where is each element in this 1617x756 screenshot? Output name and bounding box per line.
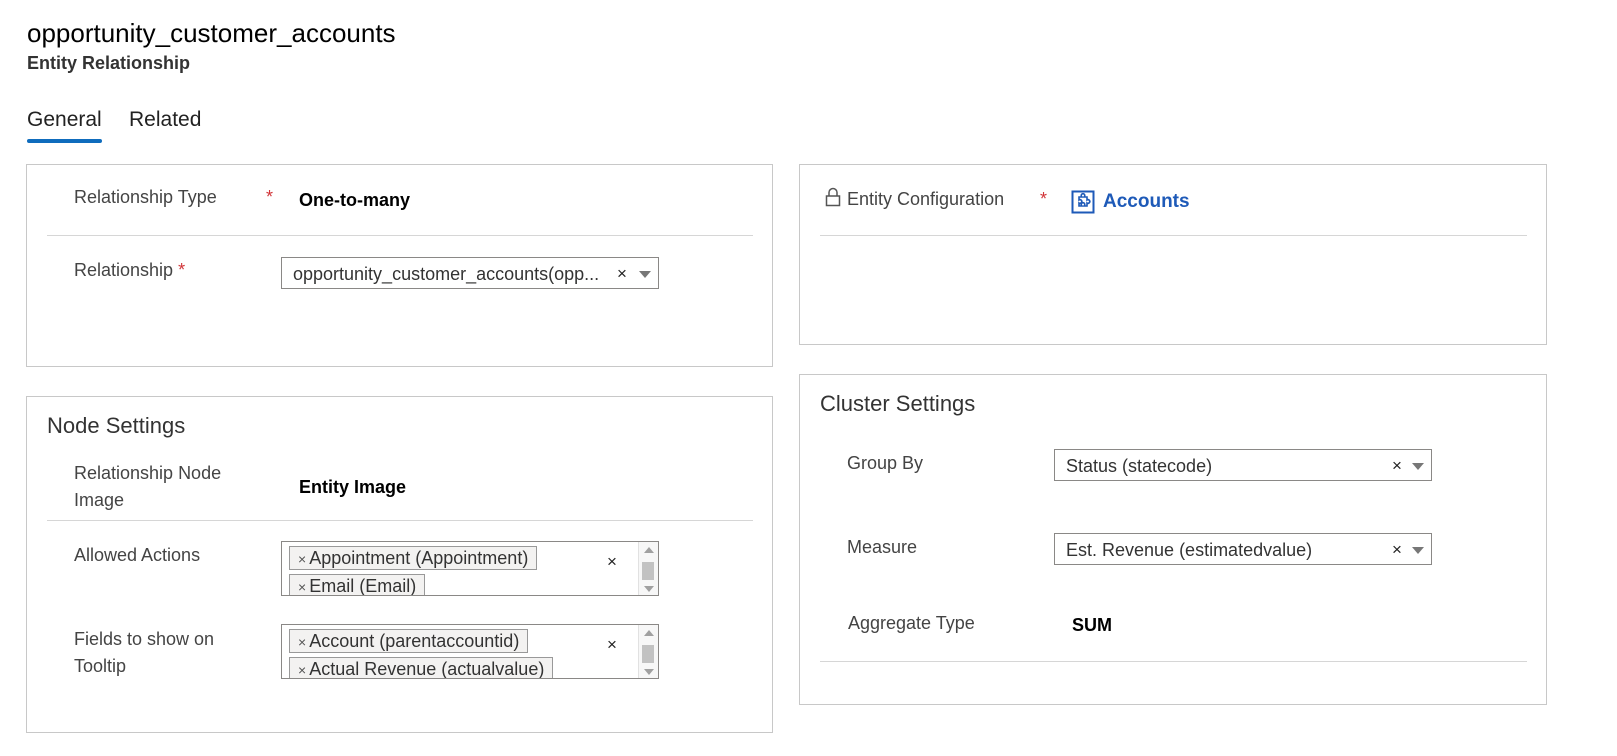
scroll-down-icon[interactable] [644,669,654,675]
allowed-actions-label: Allowed Actions [74,545,201,565]
entity-configuration-panel: Entity Configuration * Accounts [799,164,1547,345]
tooltip-fields-label: Fields to show on Tooltip [74,629,215,676]
relationship-type-value: One-to-many [299,190,411,210]
chevron-down-icon[interactable] [1412,463,1424,470]
measure-select-value: Est. Revenue (estimatedvalue) [1066,540,1313,560]
measure-label: Measure [847,537,918,557]
chevron-down-icon[interactable] [639,271,651,278]
chip: × Account (parentaccountid) [289,629,529,653]
relationship-select-value: opportunity_customer_accounts(opp... [293,264,600,284]
chip-label: Email (Email) [309,576,417,596]
divider [820,235,1527,236]
node-settings-panel: Node Settings Relationship Node Image En… [26,396,773,733]
node-image-label: Relationship Node Image [74,463,222,510]
cluster-settings-title: Cluster Settings [820,391,976,416]
chip-label: Appointment (Appointment) [309,548,529,568]
scroll-thumb[interactable] [642,645,654,663]
scroll-up-icon[interactable] [644,630,654,636]
required-indicator: * [178,260,186,280]
aggregate-type-label: Aggregate Type [848,613,975,633]
relationship-panel: Relationship Type * One-to-many Relation… [26,164,773,367]
chip-label: Actual Revenue (actualvalue) [309,659,545,679]
relationship-label-text: Relationship [74,260,174,280]
node-image-value: Entity Image [299,477,407,497]
required-indicator: * [1040,189,1048,209]
tab-general[interactable]: General [27,108,102,132]
relationship-type-label: Relationship Type [74,187,217,207]
scrollbar[interactable] [638,542,658,595]
lock-icon [825,187,841,207]
tooltip-fields-multiselect[interactable]: × Account (parentaccountid) × Actual Reven… [281,624,659,679]
clear-icon[interactable]: × [1392,540,1402,560]
divider [820,661,1527,662]
chip: × Email (Email) [289,574,426,596]
chip-remove-icon[interactable]: × [298,662,306,678]
clear-icon[interactable]: × [607,552,617,572]
clear-icon[interactable]: × [607,635,617,655]
chip-remove-icon[interactable]: × [298,579,306,595]
active-tab-indicator [27,139,102,143]
chip-label: Account (parentaccountid) [309,631,520,651]
aggregate-type-value: SUM [1072,615,1112,635]
relationship-label: Relationship * [74,260,185,281]
chip: × Actual Revenue (actualvalue) [289,657,554,679]
group-by-select-value: Status (statecode) [1066,456,1213,476]
clear-icon[interactable]: × [1392,456,1402,476]
tab-related[interactable]: Related [129,108,201,132]
scroll-up-icon[interactable] [644,547,654,553]
entity-configuration-label: Entity Configuration [847,189,1005,209]
chip-remove-icon[interactable]: × [298,551,306,567]
clear-icon[interactable]: × [617,264,627,284]
allowed-actions-multiselect[interactable]: × Appointment (Appointment) × Email (Email… [281,541,659,596]
group-by-label: Group By [847,453,924,473]
chevron-down-icon[interactable] [1412,547,1424,554]
entity-accounts-link[interactable]: Accounts [1103,191,1190,213]
group-by-select[interactable]: Status (statecode) × [1054,449,1432,481]
chip-remove-icon[interactable]: × [298,634,306,650]
scrollbar[interactable] [638,625,658,678]
scroll-thumb[interactable] [642,562,654,580]
relationship-select[interactable]: opportunity_customer_accounts(opp... × [281,257,659,289]
chip: × Appointment (Appointment) [289,546,538,570]
scroll-down-icon[interactable] [644,586,654,592]
divider [47,235,753,236]
page-subtitle: Entity Relationship [27,53,191,73]
measure-select[interactable]: Est. Revenue (estimatedvalue) × [1054,533,1432,565]
required-indicator: * [266,187,274,207]
node-settings-title: Node Settings [47,413,186,438]
entity-puzzle-icon [1071,190,1095,214]
page-title: opportunity_customer_accounts [27,18,396,48]
cluster-settings-panel: Cluster Settings Group By Status (statec… [799,374,1547,705]
divider [47,520,753,521]
